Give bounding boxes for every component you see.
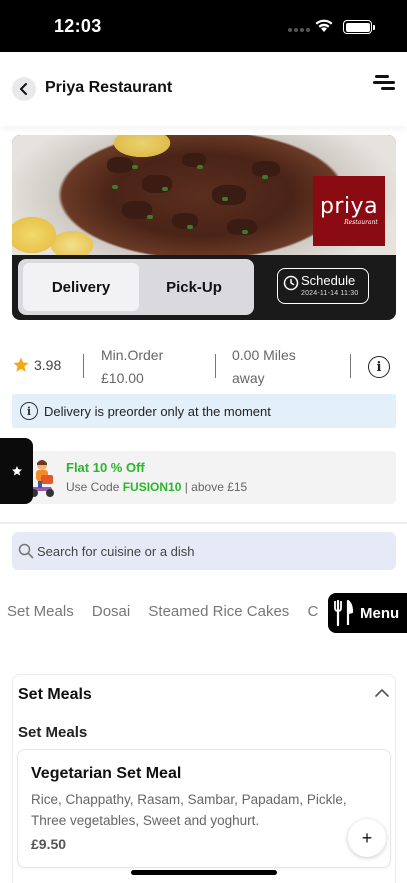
clock-icon [283,275,299,291]
order-type-toggle: Delivery Pick-Up [18,259,254,315]
rating: 3.98 [12,356,61,374]
distance-value: 0.00 Miles [232,347,296,363]
delivery-tab[interactable]: Delivery [23,263,139,311]
min-order-label: Min.Order [101,347,164,363]
rating-value: 3.98 [34,357,62,373]
status-bar: 12:03 [0,0,407,52]
section-title: Set Meals [18,686,92,703]
notice-text: Delivery is preorder only at the moment [44,403,271,419]
distance: 0.00 Miles away [232,344,296,390]
divider [83,354,84,378]
section-separator [0,522,407,524]
category-tab[interactable]: Dosai [92,603,130,620]
chevron-left-icon [20,83,27,95]
fork-knife-icon [334,600,353,626]
schedule-button[interactable]: Schedule 2024-11-14 11:30 [277,268,369,304]
info-circle-icon: i [20,402,38,420]
preorder-notice: i Delivery is preorder only at the momen… [12,394,396,428]
section-subtitle: Set Meals [18,724,88,741]
star-icon [11,466,22,476]
chevron-up-icon[interactable] [375,688,389,697]
menu-lines-icon[interactable] [373,75,395,95]
add-item-button[interactable]: + [348,819,386,857]
item-price: £9.50 [31,836,67,852]
status-time: 12:03 [54,16,102,36]
battery-icon [343,20,375,34]
signal-icon [288,28,312,34]
divider [350,354,351,378]
schedule-time: 2024-11-14 11:30 [301,290,359,297]
restaurant-cover-image: priya Restaurant [12,135,396,255]
info-icon[interactable]: i [368,356,390,378]
pickup-tab[interactable]: Pick-Up [136,263,252,311]
side-tab[interactable] [0,438,33,504]
divider [215,354,216,378]
search-icon [18,543,34,559]
menu-item-card[interactable]: Vegetarian Set Meal Rice, Chappathy, Ras… [17,749,391,868]
home-indicator [131,870,277,875]
category-tab[interactable]: Steamed Rice Cakes [148,603,289,620]
category-tab[interactable]: Set Meals [7,603,74,620]
min-order: Min.Order £10.00 [101,344,163,390]
offer-code: FUSION10 [122,480,182,494]
restaurant-banner: priya Restaurant Delivery Pick-Up Schedu… [12,135,396,320]
distance-label: away [232,370,265,386]
app-header: Priya Restaurant [0,52,407,126]
category-tabs: Set Meals Dosai Steamed Rice Cakes C [7,603,329,625]
offer-title: Flat 10 % Off [66,460,145,475]
category-tab[interactable]: C [307,603,318,620]
offer-card[interactable]: Flat 10 % Off Use Code FUSION10 | above … [25,451,396,504]
schedule-label: Schedule [301,273,356,288]
item-name: Vegetarian Set Meal [31,765,182,782]
back-button[interactable] [12,77,36,101]
search-input[interactable] [37,543,377,559]
star-icon [13,357,29,372]
restaurant-info-row: 3.98 Min.Order £10.00 0.00 Miles away i [0,340,407,392]
offer-subtitle: Use Code FUSION10 | above £15 [66,480,248,494]
item-description: Rice, Chappathy, Rasam, Sambar, Papadam,… [31,792,347,828]
menu-button-label: Menu [360,604,400,622]
wifi-icon [315,19,333,32]
menu-button[interactable]: Menu [328,593,407,633]
search-bar[interactable] [12,532,396,570]
page-title: Priya Restaurant [45,79,173,96]
min-order-value: £10.00 [101,370,144,386]
restaurant-logo: priya Restaurant [313,176,385,246]
